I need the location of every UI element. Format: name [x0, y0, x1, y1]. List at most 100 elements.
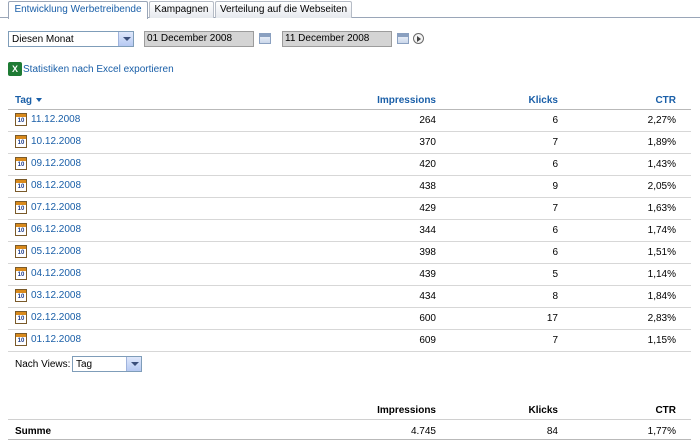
excel-export-label: Statistiken nach Excel exportieren: [23, 64, 174, 75]
summary-klicks: 84: [546, 426, 558, 437]
table-row: 10 07.12.2008 429 7 1,63%: [8, 198, 691, 220]
calendar-icon-label: 10: [17, 162, 25, 168]
cell-impressions: 420: [419, 159, 436, 170]
cell-klicks: 5: [552, 269, 558, 280]
date-link[interactable]: 11.12.2008: [31, 114, 80, 125]
cell-ctr: 1,51%: [647, 247, 676, 258]
summary-label: Summe: [15, 426, 52, 437]
cell-impressions: 398: [419, 247, 436, 258]
column-header-ctr[interactable]: CTR: [576, 95, 676, 106]
tab-verteilung-webseiten[interactable]: Verteilung auf die Webseiten: [215, 1, 352, 18]
chevron-down-icon[interactable]: [126, 357, 141, 371]
calendar-picker-icon[interactable]: [259, 33, 271, 44]
calendar-icon: 10: [15, 113, 27, 126]
calendar-picker-icon[interactable]: [397, 33, 409, 44]
date-from-field[interactable]: 01 December 2008: [144, 31, 254, 47]
date-link[interactable]: 05.12.2008: [31, 246, 81, 257]
cell-impressions: 609: [419, 335, 436, 346]
cell-impressions: 434: [419, 291, 436, 302]
date-link[interactable]: 04.12.2008: [31, 268, 81, 279]
table-row: 10 02.12.2008 600 17 2,83%: [8, 308, 691, 330]
cell-impressions: 600: [419, 313, 436, 324]
date-to-field[interactable]: 11 December 2008: [282, 31, 392, 47]
date-link[interactable]: 03.12.2008: [31, 290, 81, 301]
play-circle-icon[interactable]: [413, 33, 424, 44]
chevron-down-icon: [36, 98, 43, 103]
summary-ctr: 1,77%: [647, 426, 676, 437]
summary-header-klicks: Klicks: [528, 405, 558, 416]
calendar-icon-label: 10: [17, 316, 25, 322]
cell-klicks: 9: [552, 181, 558, 192]
calendar-icon: 10: [15, 311, 27, 324]
calendar-icon: 10: [15, 179, 27, 192]
column-header-klicks[interactable]: Klicks: [458, 95, 558, 106]
calendar-icon: 10: [15, 135, 27, 148]
cell-impressions: 370: [419, 137, 436, 148]
calendar-icon: 10: [15, 267, 27, 280]
date-link[interactable]: 06.12.2008: [31, 224, 81, 235]
calendar-icon-label: 10: [17, 228, 25, 234]
table-row: 10 11.12.2008 264 6 2,27%: [8, 110, 691, 132]
date-link[interactable]: 07.12.2008: [31, 202, 81, 213]
cell-ctr: 1,14%: [647, 269, 676, 280]
cell-ctr: 1,84%: [647, 291, 676, 302]
tab-kampagnen[interactable]: Kampagnen: [149, 1, 214, 18]
table-row: 10 06.12.2008 344 6 1,74%: [8, 220, 691, 242]
cell-impressions: 264: [419, 115, 436, 126]
date-link[interactable]: 08.12.2008: [31, 180, 81, 191]
table-row: 10 05.12.2008 398 6 1,51%: [8, 242, 691, 264]
views-select-value: Tag: [76, 359, 93, 370]
column-header-tag[interactable]: Tag: [15, 95, 43, 106]
cell-klicks: 6: [552, 159, 558, 170]
calendar-icon-label: 10: [17, 118, 25, 124]
cell-impressions: 439: [419, 269, 436, 280]
calendar-icon-label: 10: [17, 338, 25, 344]
cell-klicks: 6: [552, 115, 558, 126]
period-select[interactable]: Diesen Monat: [8, 31, 134, 47]
calendar-icon-label: 10: [17, 206, 25, 212]
calendar-icon: 10: [15, 157, 27, 170]
table-row: 10 03.12.2008 434 8 1,84%: [8, 286, 691, 308]
calendar-icon-label: 10: [17, 184, 25, 190]
summary-row: Summe 4.745 84 1,77%: [8, 420, 691, 440]
calendar-icon-label: 10: [17, 272, 25, 278]
tab-entwicklung-werbetreibende[interactable]: Entwicklung Werbetreibende: [8, 1, 148, 19]
date-link[interactable]: 09.12.2008: [31, 158, 81, 169]
calendar-icon: 10: [15, 245, 27, 258]
date-link[interactable]: 10.12.2008: [31, 136, 81, 147]
table-row: 10 08.12.2008 438 9 2,05%: [8, 176, 691, 198]
summary-impressions: 4.745: [410, 426, 436, 437]
date-link[interactable]: 01.12.2008: [31, 334, 81, 345]
cell-ctr: 1,74%: [647, 225, 676, 236]
column-header-impressions[interactable]: Impressions: [336, 95, 436, 106]
table-row: 10 09.12.2008 420 6 1,43%: [8, 154, 691, 176]
views-label: Nach Views:: [15, 359, 71, 370]
calendar-icon: 10: [15, 289, 27, 302]
calendar-icon-label: 10: [17, 250, 25, 256]
date-link[interactable]: 02.12.2008: [31, 312, 81, 323]
cell-klicks: 7: [552, 137, 558, 148]
cell-ctr: 2,05%: [647, 181, 676, 192]
cell-impressions: 344: [419, 225, 436, 236]
calendar-icon-label: 10: [17, 140, 25, 146]
cell-klicks: 17: [546, 313, 558, 324]
calendar-icon: 10: [15, 223, 27, 236]
cell-ctr: 2,83%: [647, 313, 676, 324]
cell-impressions: 429: [419, 203, 436, 214]
tab-bar: Entwicklung Werbetreibende Kampagnen Ver…: [0, 0, 700, 19]
cell-ctr: 1,89%: [647, 137, 676, 148]
views-select[interactable]: Tag: [72, 356, 142, 372]
calendar-icon: 10: [15, 201, 27, 214]
table-row: 10 04.12.2008 439 5 1,14%: [8, 264, 691, 286]
table-row: 10 10.12.2008 370 7 1,89%: [8, 132, 691, 154]
summary-header-ctr: CTR: [655, 405, 676, 416]
cell-klicks: 7: [552, 203, 558, 214]
cell-ctr: 1,43%: [647, 159, 676, 170]
chevron-down-icon[interactable]: [118, 32, 133, 46]
cell-klicks: 8: [552, 291, 558, 302]
cell-impressions: 438: [419, 181, 436, 192]
cell-klicks: 6: [552, 247, 558, 258]
cell-ctr: 2,27%: [647, 115, 676, 126]
calendar-icon-label: 10: [17, 294, 25, 300]
column-header-tag-label: Tag: [15, 95, 33, 106]
